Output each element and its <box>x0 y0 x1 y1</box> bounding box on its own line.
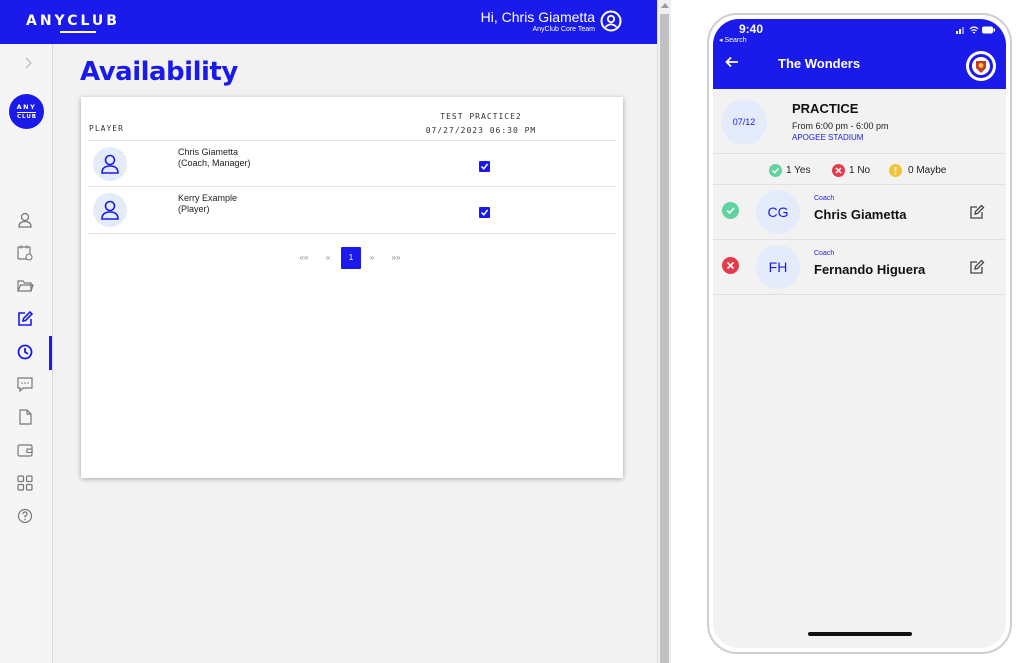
availability-checkbox[interactable] <box>479 207 490 218</box>
calendar-icon[interactable] <box>16 244 34 262</box>
document-icon[interactable] <box>16 408 34 426</box>
help-icon[interactable] <box>16 507 34 525</box>
user-icon[interactable] <box>16 211 34 229</box>
logo-text-bottom: CLUB <box>17 112 38 120</box>
maybe-count: 0 Maybe <box>908 165 947 176</box>
wallet-icon[interactable] <box>16 441 34 459</box>
avatar: FH <box>756 245 800 289</box>
edit-icon[interactable] <box>969 259 987 275</box>
availability-checkbox[interactable] <box>479 161 490 172</box>
yes-check-icon <box>769 164 782 177</box>
greeting-text: Hi, Chris Giametta <box>480 9 595 25</box>
brand-logo[interactable]: ANYCLUB <box>26 13 120 29</box>
avatar <box>93 193 127 227</box>
top-bar: ANYCLUB Hi, Chris Giametta AnyClub Core … <box>0 0 657 44</box>
grid-icon[interactable] <box>16 474 34 492</box>
active-nav-indicator <box>49 336 52 370</box>
team-name: AnyClub Core Team <box>532 26 595 33</box>
member-name: Chris Giametta <box>814 207 907 222</box>
event-location[interactable]: APOGEE STADIUM <box>792 133 863 142</box>
page-title: Availability <box>80 57 238 87</box>
phone-screen: 9:40 ◂ Search The Wonders 07/12 PRACTICE… <box>713 19 1006 648</box>
list-item[interactable]: CG Coach Chris Giametta <box>713 186 1006 240</box>
page: ANYCLUB Hi, Chris Giametta AnyClub Core … <box>0 0 1024 663</box>
chat-icon[interactable] <box>16 375 34 393</box>
member-role: Coach <box>814 195 835 202</box>
response-summary: 1 Yes 1 No 0 Maybe <box>713 155 1006 185</box>
event-column-header[interactable]: TEST PRACTICE2 07/27/2023 06:30 PM <box>411 110 551 138</box>
avatar <box>93 147 127 181</box>
member-name: Fernando Higuera <box>814 262 926 277</box>
status-no-x-icon[interactable] <box>722 257 739 274</box>
user-icon <box>101 200 119 220</box>
check-icon <box>480 163 489 170</box>
player-role: (Coach, Manager) <box>178 158 251 168</box>
status-yes-check-icon[interactable] <box>722 202 739 219</box>
maybe-exclamation-icon <box>889 164 902 177</box>
web-app: ANYCLUB Hi, Chris Giametta AnyClub Core … <box>0 0 657 663</box>
back-arrow-icon[interactable] <box>725 56 739 68</box>
chevron-right-icon[interactable] <box>23 56 33 70</box>
edit-icon[interactable] <box>16 310 34 328</box>
status-time: 9:40 <box>739 22 764 36</box>
next-page-button[interactable]: » <box>366 247 378 269</box>
player-name: Kerry Example <box>178 193 238 203</box>
yes-count: 1 Yes <box>786 165 811 176</box>
availability-table: PLAYER TEST PRACTICE2 07/27/2023 06:30 P… <box>81 97 623 478</box>
player-role: (Player) <box>178 204 210 214</box>
back-to-search-link[interactable]: ◂ Search <box>719 36 747 44</box>
brand-underline <box>60 31 96 33</box>
divider <box>88 233 616 234</box>
logo-text-top: ANY <box>16 103 37 111</box>
no-x-icon <box>832 164 845 177</box>
user-greeting: Hi, Chris Giametta AnyClub Core Team <box>481 9 595 35</box>
table-row: Kerry Example (Player) <box>88 187 616 233</box>
event-name: TEST PRACTICE2 <box>440 112 522 121</box>
no-count: 1 No <box>849 165 871 176</box>
event-time: From 6:00 pm - 6:00 pm <box>792 121 889 131</box>
scroll-thumb[interactable] <box>660 14 669 663</box>
event-type: PRACTICE <box>792 101 859 116</box>
club-logo[interactable]: ANY CLUB <box>9 94 44 129</box>
edit-icon[interactable] <box>969 204 987 220</box>
prev-page-button[interactable]: « <box>322 247 334 269</box>
last-page-button[interactable]: »» <box>388 247 404 269</box>
home-indicator[interactable] <box>808 632 912 636</box>
phone-header: 9:40 ◂ Search The Wonders <box>713 19 1006 89</box>
list-item[interactable]: FH Coach Fernando Higuera <box>713 241 1006 295</box>
avatar: CG <box>756 190 800 234</box>
phone-frame: 9:40 ◂ Search The Wonders 07/12 PRACTICE… <box>707 13 1012 654</box>
check-icon <box>480 209 489 216</box>
team-crest-icon <box>969 54 993 78</box>
first-page-button[interactable]: «« <box>296 247 312 269</box>
event-summary[interactable]: 07/12 PRACTICE From 6:00 pm - 6:00 pm AP… <box>713 89 1006 154</box>
scrollbar[interactable] <box>657 0 671 663</box>
member-role: Coach <box>814 250 835 257</box>
team-badge-icon[interactable] <box>966 51 996 81</box>
player-name: Chris Giametta <box>178 147 239 157</box>
page-1-button[interactable]: 1 <box>341 247 361 269</box>
folder-icon[interactable] <box>16 277 34 295</box>
team-title: The Wonders <box>778 56 861 71</box>
status-bar-icons <box>956 26 995 34</box>
sidebar: ANY CLUB <box>0 44 53 663</box>
event-date: 07/12 <box>721 99 767 145</box>
player-column-header: PLAYER <box>89 124 124 133</box>
table-row: Chris Giametta (Coach, Manager) <box>88 141 616 187</box>
user-icon <box>101 154 119 174</box>
account-icon[interactable] <box>600 10 622 32</box>
scroll-up-arrow-icon[interactable] <box>661 3 669 8</box>
event-datetime: 07/27/2023 06:30 PM <box>425 126 537 135</box>
clock-icon[interactable] <box>16 343 34 361</box>
